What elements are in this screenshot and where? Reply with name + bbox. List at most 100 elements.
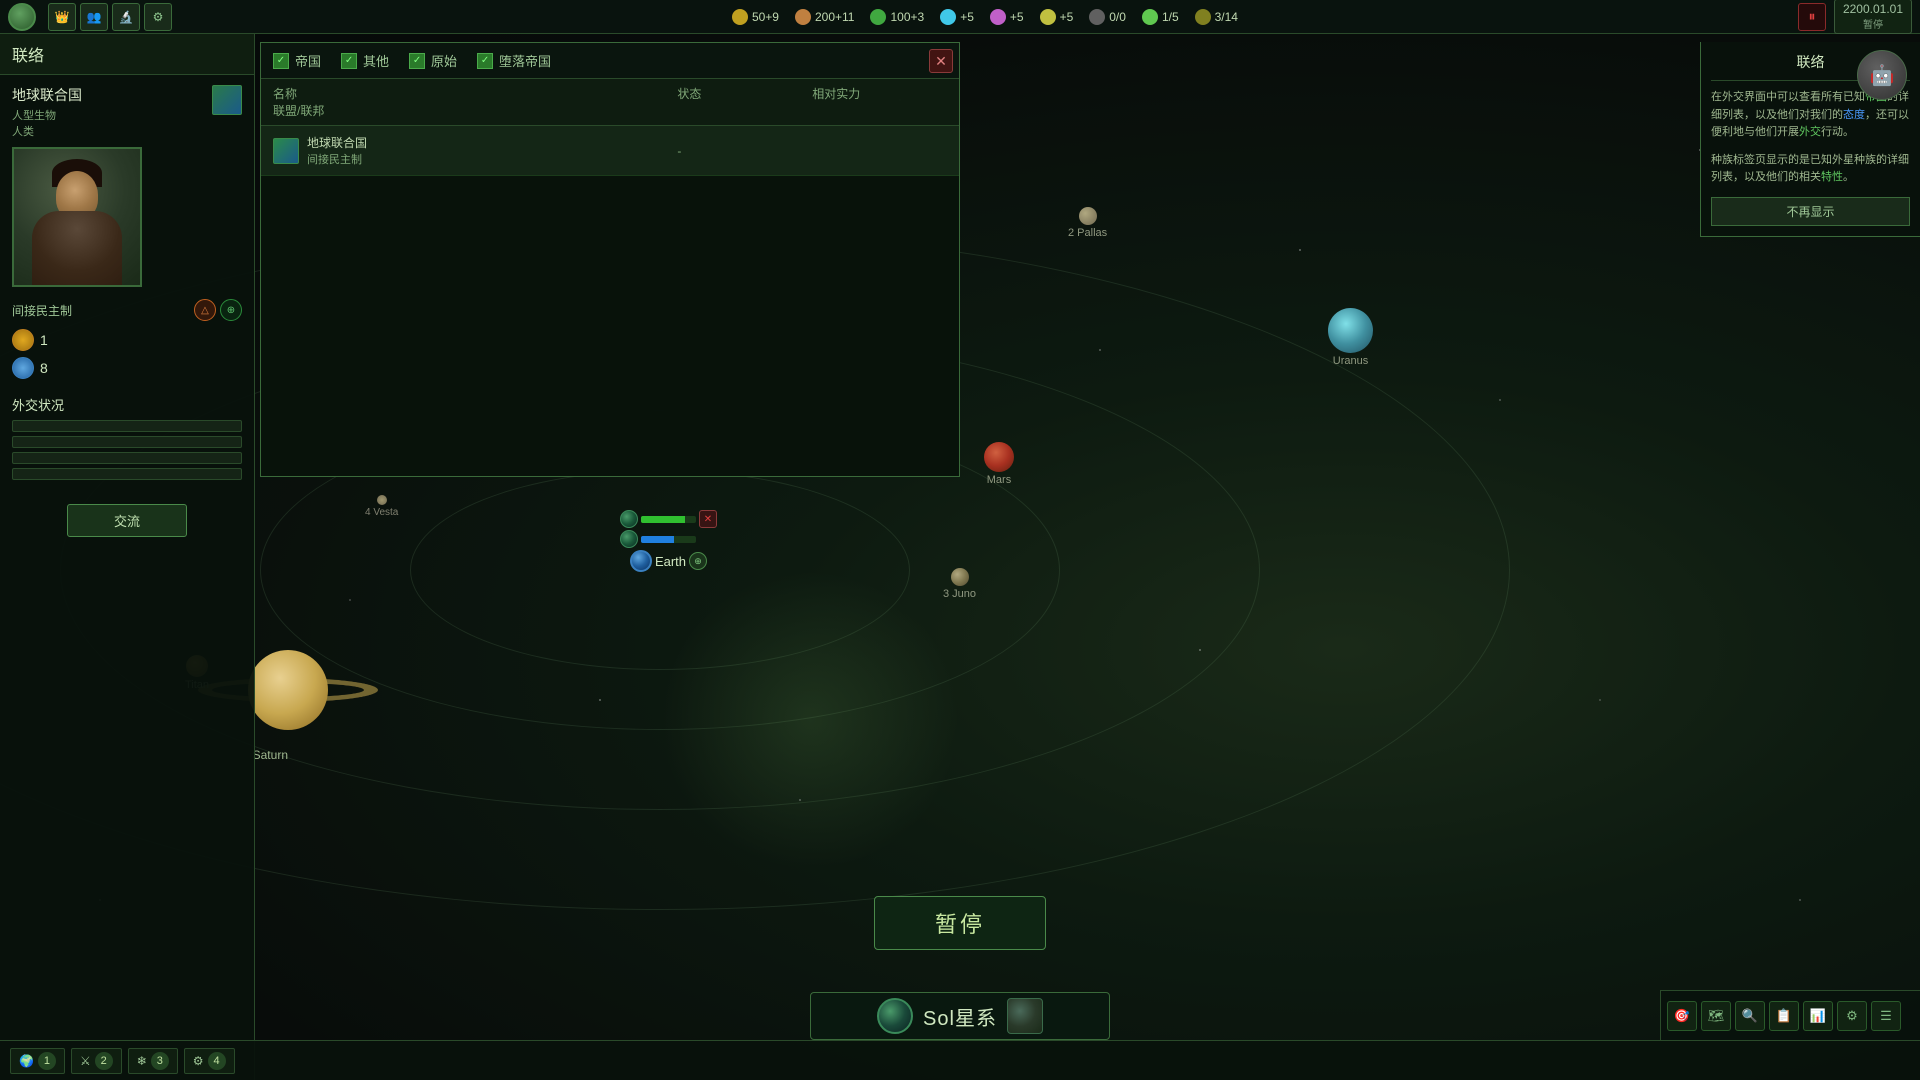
system-icon-right[interactable] <box>1007 998 1043 1034</box>
system-bar: Sol星系 <box>810 992 1110 1040</box>
top-icon-3[interactable]: 🔬 <box>112 3 140 31</box>
notif-icon-4: ⚙ <box>193 1054 204 1068</box>
juno-label: 3 Juno <box>943 588 976 600</box>
empire-row-status: - <box>677 144 812 158</box>
robot-avatar-area: 🤖 <box>1857 50 1912 105</box>
earth-extra-icon[interactable]: ⊕ <box>689 552 707 570</box>
tab-empire[interactable]: ✓ 帝国 <box>273 51 321 70</box>
top-icon-1[interactable]: 👑 <box>48 3 76 31</box>
mars-label: Mars <box>987 474 1011 486</box>
pop-stat-row: 8 <box>0 355 254 387</box>
col-status: 状态 <box>677 85 812 102</box>
top-icon-4[interactable]: ⚙ <box>144 3 172 31</box>
empire-action-icons: △ ⊕ <box>194 299 242 321</box>
uranus-label: Uranus <box>1333 355 1368 367</box>
right-panel-description-2: 种族标签页显示的是已知外星种族的详细列表，以及他们的相关特性。 <box>1711 152 1910 187</box>
game-logo[interactable] <box>8 3 36 31</box>
mars-planet[interactable]: Mars <box>984 442 1014 486</box>
diplomacy-dialog: ✓ 帝国 ✓ 其他 ✓ 原始 ✓ 堕落帝国 ✕ 名称 状态 相对实力 联盟/联邦… <box>260 42 960 477</box>
top-bar: 👑 👥 🔬 ⚙ 50+9 200+11 100+3 +5 +5 +5 <box>0 0 1920 34</box>
empire-icon-green[interactable]: ⊕ <box>220 299 242 321</box>
diplo-bar-1 <box>12 420 242 432</box>
right-info-panel: 联络 🤖 在外交界面中可以查看所有已知帝国的详细列表，以及他们对我们的态度，还可… <box>1700 42 1920 237</box>
amenities-icon <box>1195 9 1211 25</box>
energy-icon <box>732 9 748 25</box>
notif-4[interactable]: ⚙ 4 <box>184 1048 235 1074</box>
top-icon-buttons: 👑 👥 🔬 ⚙ <box>48 3 172 31</box>
leader-avatar[interactable] <box>12 147 142 287</box>
uranus-planet[interactable]: Uranus <box>1328 308 1373 367</box>
br-icon-6[interactable]: ⚙ <box>1837 1001 1867 1031</box>
empire-table-row[interactable]: 地球联合国 间接民主制 - <box>261 126 959 176</box>
empire-row-gov: 间接民主制 <box>307 151 367 167</box>
empire-row-flag <box>273 138 299 164</box>
notif-num-3: 3 <box>151 1052 169 1070</box>
mars-body <box>984 442 1014 472</box>
notifications: 🌍 1 ⚔ 2 ❄ 3 ⚙ 4 <box>10 1048 235 1074</box>
no-show-button[interactable]: 不再显示 <box>1711 197 1910 226</box>
pause-button[interactable]: ⏸ <box>1798 3 1826 31</box>
left-panel: 联络 地球联合国 人型生物 人类 间接民主制 △ ⊕ 1 8 <box>0 34 255 1080</box>
earth-icon-small <box>620 510 638 528</box>
bottom-right-controls: 🎯 🗺 🔍 📋 📊 ⚙ ☰ <box>1660 990 1920 1040</box>
top-icon-2[interactable]: 👥 <box>80 3 108 31</box>
col-action <box>543 85 678 102</box>
notif-num-1: 1 <box>38 1052 56 1070</box>
food-icon <box>870 9 886 25</box>
stat-consumer: 1/5 <box>1142 9 1179 25</box>
date-display: 2200.01.01 暂停 <box>1834 0 1912 34</box>
bottom-bar: 🌍 1 ⚔ 2 ❄ 3 ⚙ 4 <box>0 1040 1920 1080</box>
col-power: 相对实力 <box>812 85 947 102</box>
earth-marker[interactable]: ✕ Earth ⊕ <box>620 510 717 572</box>
planet-stat-icon <box>12 329 34 351</box>
minerals-icon <box>795 9 811 25</box>
stat-food: 100+3 <box>870 9 924 25</box>
earth-blue-bar <box>641 536 696 543</box>
unity-icon <box>990 9 1006 25</box>
dialog-close-button[interactable]: ✕ <box>929 49 953 73</box>
dialog-tabs: ✓ 帝国 ✓ 其他 ✓ 原始 ✓ 堕落帝国 <box>261 43 959 79</box>
uranus-body <box>1328 308 1373 353</box>
pallas-body <box>1079 207 1097 225</box>
saturn-body <box>248 650 328 730</box>
vesta-body <box>377 495 387 505</box>
empire-species: 人类 <box>12 123 204 139</box>
top-stats-bar: 50+9 200+11 100+3 +5 +5 +5 0/0 1/5 <box>184 9 1786 25</box>
br-icon-2[interactable]: 🗺 <box>1701 1001 1731 1031</box>
earth-label: Earth <box>655 554 686 569</box>
empire-flag[interactable] <box>212 85 242 115</box>
br-icon-4[interactable]: 📋 <box>1769 1001 1799 1031</box>
earth-globe-icon <box>620 530 638 548</box>
br-icon-5[interactable]: 📊 <box>1803 1001 1833 1031</box>
notif-3[interactable]: ❄ 3 <box>128 1048 178 1074</box>
pallas-planet[interactable]: 2 Pallas <box>1068 207 1107 239</box>
consumer-icon <box>1142 9 1158 25</box>
empire-name: 地球联合国 <box>12 85 204 105</box>
notif-2[interactable]: ⚔ 2 <box>71 1048 122 1074</box>
br-icon-7[interactable]: ☰ <box>1871 1001 1901 1031</box>
empire-icon-orange[interactable]: △ <box>194 299 216 321</box>
tab-primitive[interactable]: ✓ 原始 <box>409 51 457 70</box>
diplo-bar-4 <box>12 468 242 480</box>
notif-icon-1: 🌍 <box>19 1054 34 1068</box>
empire-row-info: 地球联合国 间接民主制 <box>273 134 543 167</box>
earth-action-icon[interactable]: ✕ <box>699 510 717 528</box>
system-globe-icon[interactable] <box>877 998 913 1034</box>
stat-influence: +5 <box>1040 9 1074 25</box>
dialog-body <box>261 176 959 476</box>
col-name: 名称 <box>273 85 543 102</box>
planet-stat-row: 1 <box>0 325 254 355</box>
br-icon-1[interactable]: 🎯 <box>1667 1001 1697 1031</box>
notif-num-2: 2 <box>95 1052 113 1070</box>
robot-avatar: 🤖 <box>1857 50 1907 100</box>
stat-amenities: 3/14 <box>1195 9 1238 25</box>
br-icon-3[interactable]: 🔍 <box>1735 1001 1765 1031</box>
diplomacy-section: 外交状况 <box>0 387 254 492</box>
exchange-button[interactable]: 交流 <box>67 504 187 537</box>
juno-planet[interactable]: 3 Juno <box>943 568 976 600</box>
vesta-planet[interactable]: 4 Vesta <box>365 495 398 518</box>
notif-1[interactable]: 🌍 1 <box>10 1048 65 1074</box>
tab-other[interactable]: ✓ 其他 <box>341 51 389 70</box>
empire-row-name: 地球联合国 <box>307 134 367 151</box>
tab-fallen[interactable]: ✓ 堕落帝国 <box>477 51 551 70</box>
